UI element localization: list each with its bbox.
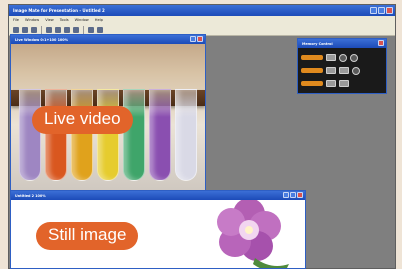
menu-view[interactable]: View [45, 18, 54, 22]
memory-control-window: Memory Control [297, 38, 387, 94]
memory-recall-button[interactable] [339, 53, 347, 62]
memory-window-controls [378, 40, 384, 46]
test-tube [149, 89, 171, 181]
close-icon[interactable] [378, 40, 384, 46]
grid-icon[interactable] [88, 26, 94, 33]
minimize-icon[interactable] [190, 36, 196, 42]
capture-icon[interactable] [46, 26, 52, 33]
memory-clear-button[interactable] [352, 66, 360, 75]
test-tube [19, 89, 41, 181]
live-video-title: Live Window 0:1+100 100% [15, 37, 69, 42]
memory-save-button[interactable] [326, 80, 336, 87]
maximize-icon[interactable] [290, 192, 296, 198]
memory-row [301, 51, 383, 64]
live-window-controls [190, 36, 203, 42]
maximize-icon[interactable] [378, 7, 385, 14]
still-window-controls [283, 192, 303, 198]
menu-help[interactable]: Help [95, 18, 103, 22]
memory-row [301, 77, 383, 90]
memory-recall-button[interactable] [339, 67, 349, 74]
memory-slot[interactable] [301, 81, 323, 86]
settings-icon[interactable] [97, 26, 103, 33]
app-window-controls [370, 7, 393, 14]
toolbar-divider [83, 25, 84, 34]
memory-slot[interactable] [301, 55, 323, 60]
zoom-in-icon[interactable] [64, 26, 70, 33]
memory-slot[interactable] [301, 68, 323, 73]
test-tube [97, 89, 119, 181]
memory-row [301, 64, 383, 77]
menu-bar: File Window View Tools Window Help [9, 16, 395, 24]
test-tube [123, 89, 145, 181]
zoom-out-icon[interactable] [73, 26, 79, 33]
record-icon[interactable] [55, 26, 61, 33]
minimize-icon[interactable] [283, 192, 289, 198]
still-image-title: Untitled 2 100% [15, 193, 46, 198]
app-title: Image Mate for Presentation - Untitled 2 [13, 8, 105, 13]
memory-control-body [298, 48, 386, 93]
test-tube [45, 89, 67, 181]
close-icon[interactable] [386, 7, 393, 14]
memory-control-title: Memory Control [302, 41, 333, 46]
menu-window[interactable]: Window [25, 18, 39, 22]
memory-save-button[interactable] [326, 54, 336, 61]
app-title-bar[interactable]: Image Mate for Presentation - Untitled 2 [9, 5, 395, 16]
minimize-icon[interactable] [370, 7, 377, 14]
close-icon[interactable] [197, 36, 203, 42]
memory-save-button[interactable] [326, 67, 336, 74]
save-icon[interactable] [31, 26, 37, 33]
toolbar-divider [41, 25, 42, 34]
menu-tools[interactable]: Tools [60, 18, 69, 22]
live-video-label: Live video [32, 106, 133, 134]
new-icon[interactable] [13, 26, 19, 33]
open-icon[interactable] [22, 26, 28, 33]
memory-recall-button[interactable] [339, 80, 349, 87]
close-icon[interactable] [297, 192, 303, 198]
memory-clear-button[interactable] [350, 53, 358, 62]
live-video-title-bar[interactable]: Live Window 0:1+100 100% [11, 35, 205, 44]
test-tube [175, 89, 197, 181]
test-tube [71, 89, 93, 181]
still-image-title-bar[interactable]: Untitled 2 100% [11, 191, 305, 200]
menu-window-2[interactable]: Window [75, 18, 89, 22]
memory-control-title-bar[interactable]: Memory Control [298, 39, 386, 48]
still-image-label: Still image [36, 222, 139, 250]
menu-file[interactable]: File [13, 18, 19, 22]
